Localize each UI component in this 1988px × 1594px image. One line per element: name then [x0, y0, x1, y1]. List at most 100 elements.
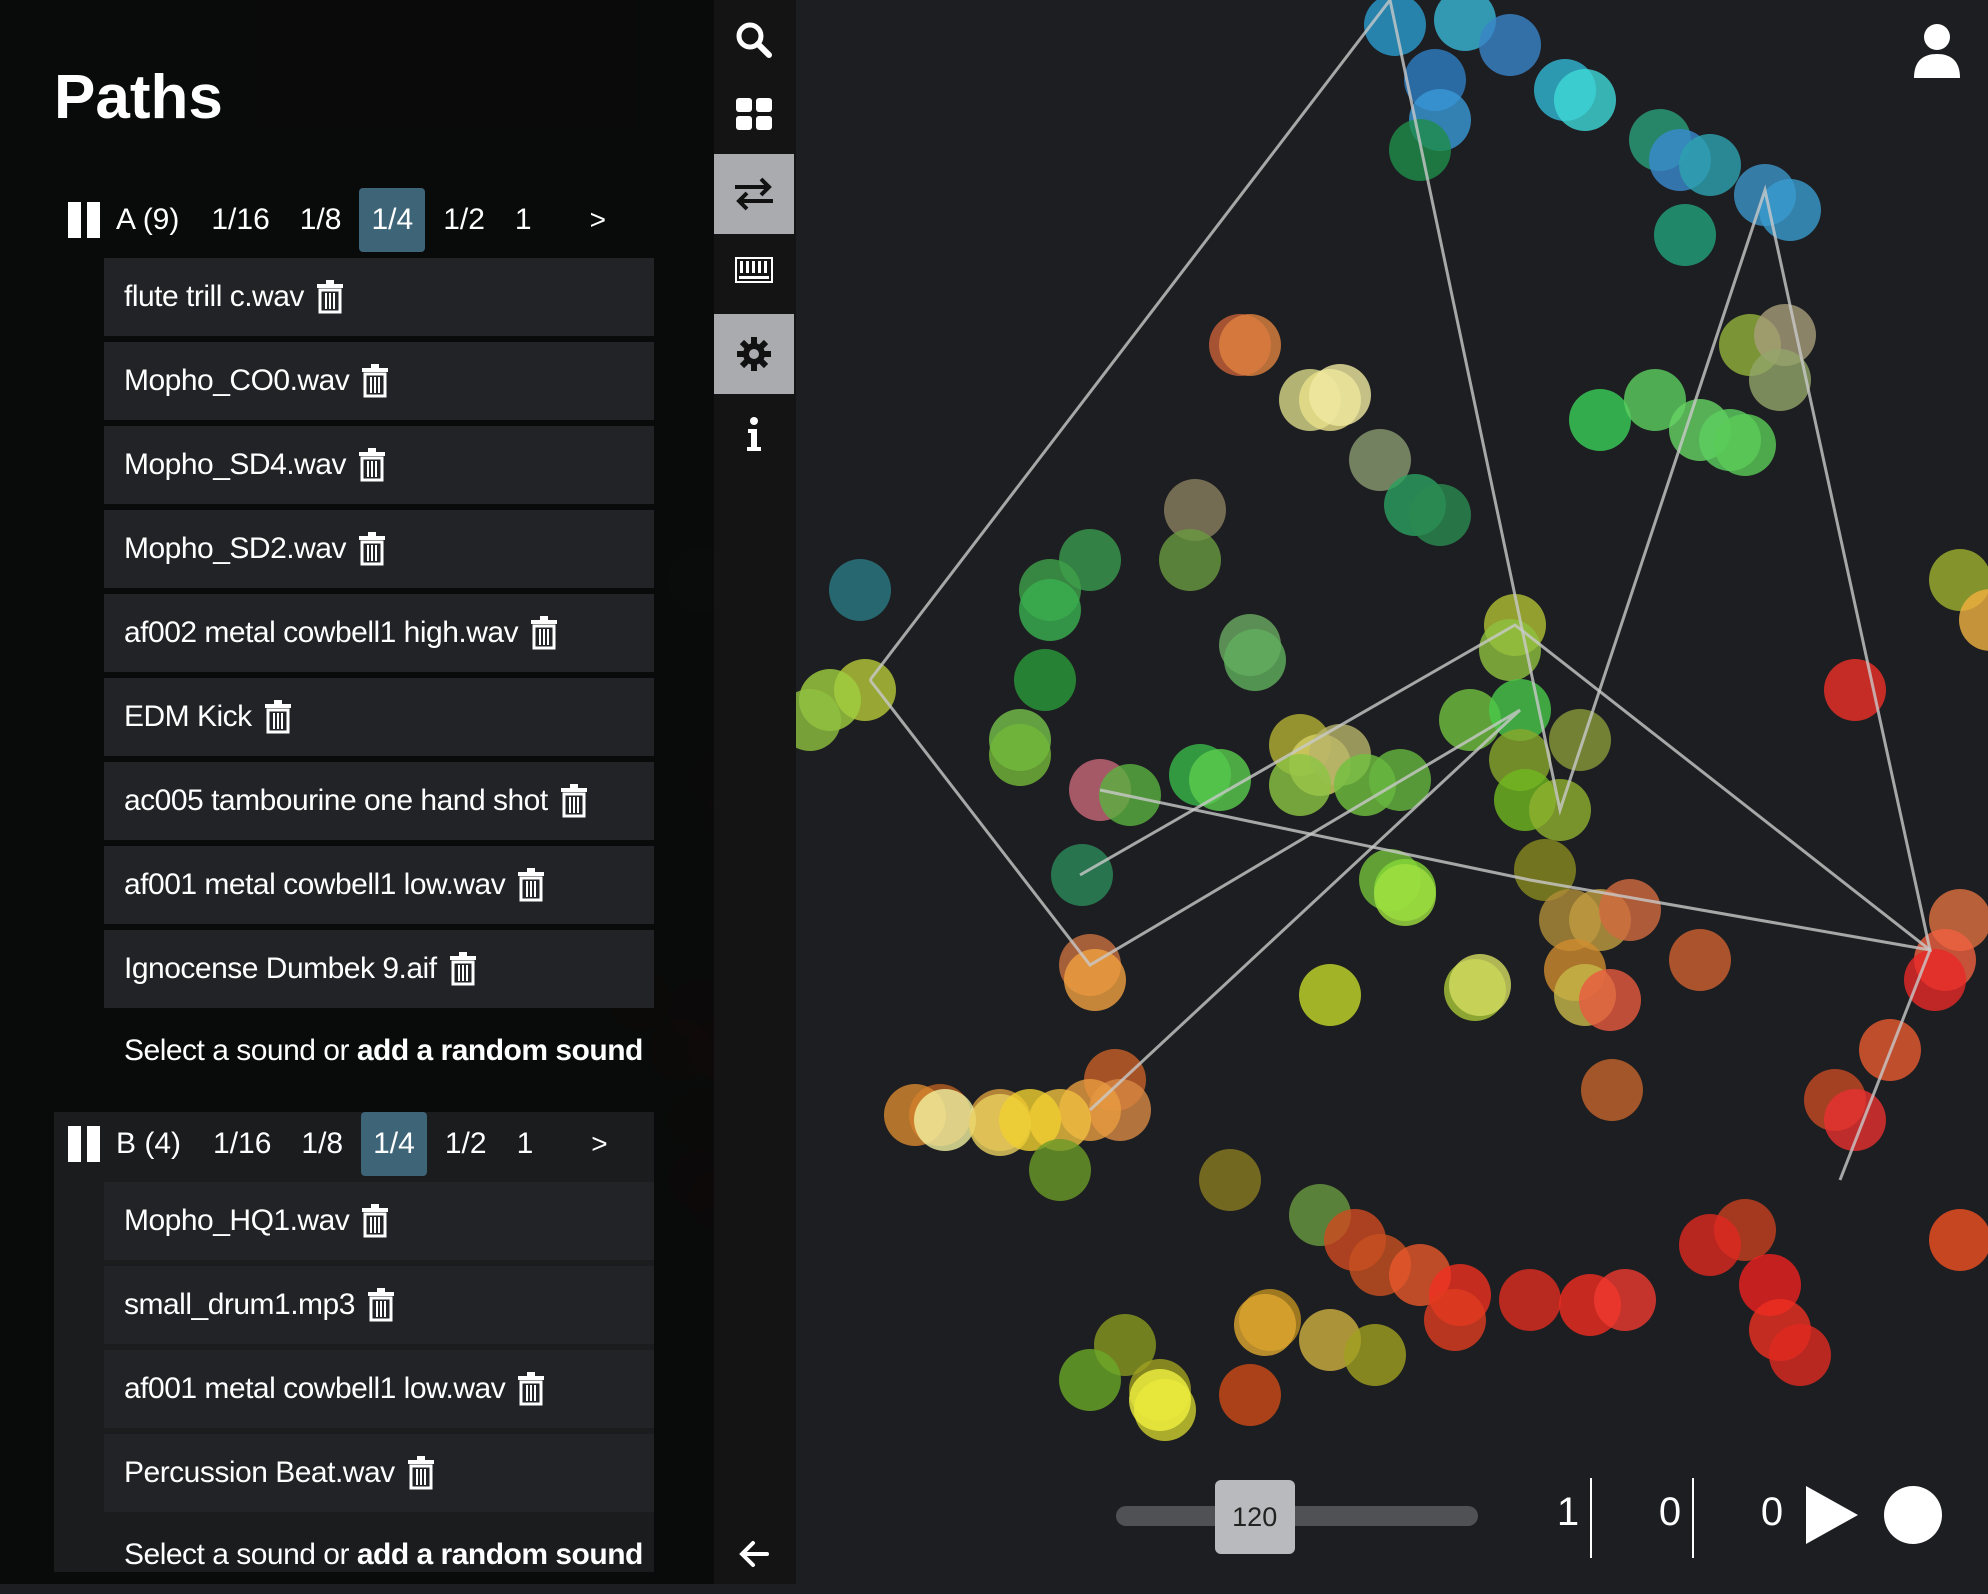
keyboard-button[interactable] [714, 230, 794, 310]
sound-item[interactable]: small_drum1.mp3 [104, 1266, 654, 1344]
rate-option[interactable]: 1/16 [201, 1112, 283, 1176]
rate-option[interactable]: 1/4 [361, 1112, 427, 1176]
sound-dots[interactable] [609, 0, 1988, 1441]
sound-dot[interactable] [829, 559, 891, 621]
trash-icon[interactable] [528, 616, 560, 650]
sound-dot[interactable] [1569, 389, 1631, 451]
rate-option[interactable]: 1 [503, 188, 544, 252]
play-icon[interactable] [1804, 1484, 1860, 1546]
search-button[interactable] [714, 0, 794, 80]
sound-dot[interactable] [1299, 964, 1361, 1026]
sound-dot[interactable] [1479, 14, 1541, 76]
sound-dot[interactable] [914, 1089, 976, 1151]
trash-icon[interactable] [359, 1204, 391, 1238]
sound-item[interactable]: Mopho_SD2.wav [104, 510, 654, 588]
trash-icon[interactable] [262, 700, 294, 734]
sound-dot[interactable] [1599, 879, 1661, 941]
paths-button[interactable] [714, 154, 794, 234]
sound-dot[interactable] [1059, 1349, 1121, 1411]
sound-item[interactable]: flute trill c.wav [104, 258, 654, 336]
sound-dot[interactable] [1309, 364, 1371, 426]
settings-button[interactable] [714, 314, 794, 394]
trash-icon[interactable] [356, 448, 388, 482]
sound-dot[interactable] [1424, 1289, 1486, 1351]
trash-icon[interactable] [515, 1372, 547, 1406]
sound-item[interactable]: Mopho_HQ1.wav [104, 1182, 654, 1260]
user-icon[interactable] [1912, 22, 1962, 78]
sound-dot[interactable] [1234, 1294, 1296, 1356]
sound-dot[interactable] [1219, 314, 1281, 376]
trash-icon[interactable] [558, 784, 590, 818]
sound-dot[interactable] [1269, 754, 1331, 816]
sound-dot[interactable] [1679, 134, 1741, 196]
trash-icon[interactable] [356, 532, 388, 566]
add-random-sound-link[interactable]: add a random sound [357, 1034, 644, 1067]
collapse-sidebar-button[interactable] [714, 1514, 794, 1594]
sound-dot[interactable] [1029, 1139, 1091, 1201]
sound-dot[interactable] [1499, 1269, 1561, 1331]
rate-option[interactable]: 1/2 [433, 1112, 499, 1176]
sound-dot[interactable] [1449, 954, 1511, 1016]
toolbar [714, 0, 796, 1584]
info-button[interactable] [714, 394, 794, 474]
rate-option[interactable]: 1/8 [288, 188, 354, 252]
record-icon[interactable] [1884, 1486, 1942, 1544]
next-path-button[interactable]: > [591, 1128, 607, 1160]
sound-item[interactable]: Ignocense Dumbek 9.aif [104, 930, 654, 1008]
sound-dot[interactable] [1159, 529, 1221, 591]
rate-option[interactable]: 1/8 [289, 1112, 355, 1176]
tempo-slider-handle[interactable]: 120 [1214, 1480, 1295, 1554]
sound-dot[interactable] [1129, 1369, 1191, 1431]
sound-dot[interactable] [1904, 949, 1966, 1011]
sound-dot[interactable] [1679, 1214, 1741, 1276]
sound-dot[interactable] [1189, 749, 1251, 811]
sound-dot[interactable] [1929, 1209, 1988, 1271]
sound-dot[interactable] [1654, 204, 1716, 266]
sound-dot[interactable] [1554, 69, 1616, 131]
add-random-sound-link[interactable]: add a random sound [357, 1538, 644, 1571]
trash-icon[interactable] [365, 1288, 397, 1322]
trash-icon[interactable] [515, 868, 547, 902]
grid-button[interactable] [714, 74, 794, 154]
sound-dot[interactable] [1579, 969, 1641, 1031]
next-path-button[interactable]: > [590, 204, 606, 236]
sound-dot[interactable] [1581, 1059, 1643, 1121]
sound-dot[interactable] [1019, 579, 1081, 641]
sound-item[interactable]: Percussion Beat.wav [104, 1434, 654, 1512]
sound-item[interactable]: Mopho_CO0.wav [104, 342, 654, 420]
sound-dot[interactable] [1014, 649, 1076, 711]
rate-option[interactable]: 1 [505, 1112, 546, 1176]
sound-item[interactable]: af001 metal cowbell1 low.wav [104, 846, 654, 924]
trash-icon[interactable] [405, 1456, 437, 1490]
sound-item[interactable]: ac005 tambourine one hand shot [104, 762, 654, 840]
sound-dot[interactable] [1714, 414, 1776, 476]
sound-dot[interactable] [1064, 949, 1126, 1011]
rate-option[interactable]: 1/4 [359, 188, 426, 252]
sound-item[interactable]: af002 metal cowbell1 high.wav [104, 594, 654, 672]
pause-icon[interactable] [68, 202, 100, 238]
tempo-slider-track[interactable] [1116, 1506, 1478, 1526]
sound-dot[interactable] [989, 724, 1051, 786]
trash-icon[interactable] [359, 364, 391, 398]
sound-dot[interactable] [1549, 709, 1611, 771]
sound-dot[interactable] [1409, 484, 1471, 546]
sound-dot[interactable] [1219, 1364, 1281, 1426]
sound-dot[interactable] [1594, 1269, 1656, 1331]
sound-dot[interactable] [1769, 1324, 1831, 1386]
rate-option[interactable]: 1/16 [199, 188, 281, 252]
rate-option[interactable]: 1/2 [431, 188, 497, 252]
pause-icon[interactable] [68, 1126, 100, 1162]
trash-icon[interactable] [314, 280, 346, 314]
sound-dot[interactable] [1374, 864, 1436, 926]
sound-dot[interactable] [1224, 629, 1286, 691]
trash-icon[interactable] [447, 952, 479, 986]
paths-sidebar: Paths A (9) 1/16 1/8 1/4 1/2 1 > flute trill c.… [0, 0, 716, 1584]
sound-dot[interactable] [1199, 1149, 1261, 1211]
sound-dot[interactable] [1824, 659, 1886, 721]
sound-item[interactable]: af001 metal cowbell1 low.wav [104, 1350, 654, 1428]
sound-item[interactable]: Mopho_SD4.wav [104, 426, 654, 504]
sound-item[interactable]: EDM Kick [104, 678, 654, 756]
sound-dot[interactable] [1669, 929, 1731, 991]
sound-name: Mopho_CO0.wav [124, 364, 350, 397]
sound-dot[interactable] [1344, 1324, 1406, 1386]
